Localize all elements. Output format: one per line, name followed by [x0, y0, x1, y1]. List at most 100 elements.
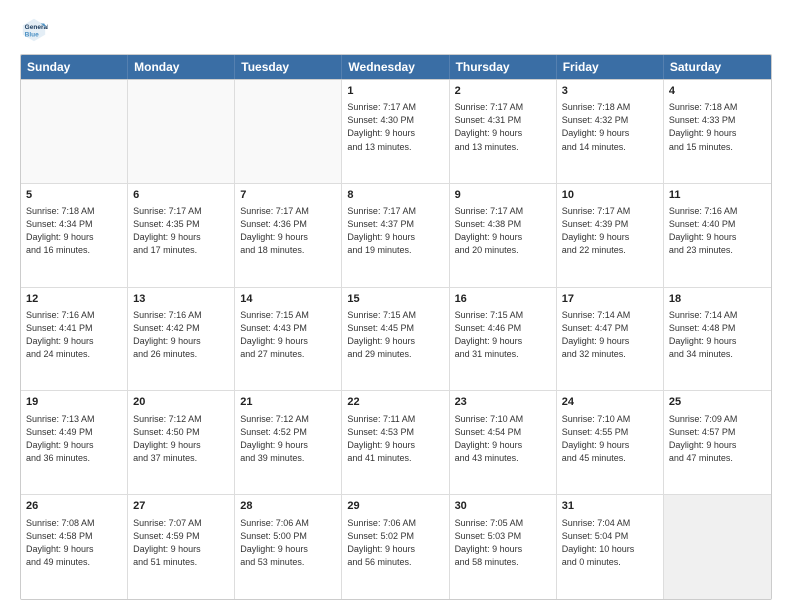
day-details: Sunrise: 7:17 AM Sunset: 4:30 PM Dayligh… [347, 101, 443, 153]
calendar-cell [664, 495, 771, 599]
header-cell-tuesday: Tuesday [235, 55, 342, 79]
header-cell-monday: Monday [128, 55, 235, 79]
calendar-cell: 21 Sunrise: 7:12 AM Sunset: 4:52 PM Dayli… [235, 391, 342, 494]
calendar-cell: 27 Sunrise: 7:07 AM Sunset: 4:59 PM Dayli… [128, 495, 235, 599]
day-number: 28 [240, 499, 336, 514]
day-details: Sunrise: 7:12 AM Sunset: 4:52 PM Dayligh… [240, 413, 336, 465]
calendar: SundayMondayTuesdayWednesdayThursdayFrid… [20, 54, 772, 600]
calendar-cell: 22Sunrise: 7:11 AM Sunset: 4:53 PM Dayli… [342, 391, 449, 494]
calendar-cell: 25Sunrise: 7:09 AM Sunset: 4:57 PM Dayli… [664, 391, 771, 494]
calendar-cell: 15Sunrise: 7:15 AM Sunset: 4:45 PM Dayli… [342, 288, 449, 391]
day-number: 14 [240, 292, 336, 307]
calendar-cell: 28 Sunrise: 7:06 AM Sunset: 5:00 PM Dayli… [235, 495, 342, 599]
calendar-cell [235, 80, 342, 183]
day-details: Sunrise: 7:08 AM Sunset: 4:58 PM Dayligh… [26, 517, 122, 569]
day-number: 1 [347, 84, 443, 99]
page: General Blue SundayMondayTuesdayWednesda… [0, 0, 792, 612]
day-number: 21 [240, 395, 336, 410]
header-cell-friday: Friday [557, 55, 664, 79]
calendar-row-0: 1 Sunrise: 7:17 AM Sunset: 4:30 PM Daylig… [21, 80, 771, 184]
day-number: 8 [347, 188, 443, 203]
day-number: 31 [562, 499, 658, 514]
calendar-cell: 26 Sunrise: 7:08 AM Sunset: 4:58 PM Dayli… [21, 495, 128, 599]
header-cell-wednesday: Wednesday [342, 55, 449, 79]
calendar-cell: 20 Sunrise: 7:12 AM Sunset: 4:50 PM Dayli… [128, 391, 235, 494]
day-details: Sunrise: 7:13 AM Sunset: 4:49 PM Dayligh… [26, 413, 122, 465]
logo-icon: General Blue [20, 16, 48, 44]
logo: General Blue [20, 16, 52, 44]
calendar-body: 1 Sunrise: 7:17 AM Sunset: 4:30 PM Daylig… [21, 79, 771, 599]
calendar-cell: 9Sunrise: 7:17 AM Sunset: 4:38 PM Daylig… [450, 184, 557, 287]
day-details: Sunrise: 7:15 AM Sunset: 4:43 PM Dayligh… [240, 309, 336, 361]
calendar-header: SundayMondayTuesdayWednesdayThursdayFrid… [21, 55, 771, 79]
calendar-cell: 24Sunrise: 7:10 AM Sunset: 4:55 PM Dayli… [557, 391, 664, 494]
day-details: Sunrise: 7:16 AM Sunset: 4:41 PM Dayligh… [26, 309, 122, 361]
day-details: Sunrise: 7:07 AM Sunset: 4:59 PM Dayligh… [133, 517, 229, 569]
day-details: Sunrise: 7:16 AM Sunset: 4:42 PM Dayligh… [133, 309, 229, 361]
calendar-cell [128, 80, 235, 183]
day-number: 2 [455, 84, 551, 99]
day-number: 22 [347, 395, 443, 410]
day-number: 30 [455, 499, 551, 514]
calendar-cell: 29 Sunrise: 7:06 AM Sunset: 5:02 PM Dayli… [342, 495, 449, 599]
day-details: Sunrise: 7:18 AM Sunset: 4:33 PM Dayligh… [669, 101, 766, 153]
day-number: 20 [133, 395, 229, 410]
calendar-cell: 5 Sunrise: 7:18 AM Sunset: 4:34 PM Daylig… [21, 184, 128, 287]
day-number: 12 [26, 292, 122, 307]
calendar-cell: 13 Sunrise: 7:16 AM Sunset: 4:42 PM Dayli… [128, 288, 235, 391]
day-number: 15 [347, 292, 443, 307]
calendar-cell: 31 Sunrise: 7:04 AM Sunset: 5:04 PM Dayli… [557, 495, 664, 599]
calendar-cell: 1 Sunrise: 7:17 AM Sunset: 4:30 PM Daylig… [342, 80, 449, 183]
calendar-cell: 11 Sunrise: 7:16 AM Sunset: 4:40 PM Dayli… [664, 184, 771, 287]
day-details: Sunrise: 7:18 AM Sunset: 4:34 PM Dayligh… [26, 205, 122, 257]
calendar-row-1: 5 Sunrise: 7:18 AM Sunset: 4:34 PM Daylig… [21, 184, 771, 288]
day-details: Sunrise: 7:12 AM Sunset: 4:50 PM Dayligh… [133, 413, 229, 465]
calendar-row-4: 26 Sunrise: 7:08 AM Sunset: 4:58 PM Dayli… [21, 495, 771, 599]
calendar-cell: 23Sunrise: 7:10 AM Sunset: 4:54 PM Dayli… [450, 391, 557, 494]
day-number: 3 [562, 84, 658, 99]
day-details: Sunrise: 7:17 AM Sunset: 4:37 PM Dayligh… [347, 205, 443, 257]
day-number: 6 [133, 188, 229, 203]
day-number: 10 [562, 188, 658, 203]
calendar-row-3: 19 Sunrise: 7:13 AM Sunset: 4:49 PM Dayli… [21, 391, 771, 495]
calendar-cell: 8 Sunrise: 7:17 AM Sunset: 4:37 PM Daylig… [342, 184, 449, 287]
day-details: Sunrise: 7:17 AM Sunset: 4:36 PM Dayligh… [240, 205, 336, 257]
calendar-cell: 19 Sunrise: 7:13 AM Sunset: 4:49 PM Dayli… [21, 391, 128, 494]
day-number: 4 [669, 84, 766, 99]
day-details: Sunrise: 7:05 AM Sunset: 5:03 PM Dayligh… [455, 517, 551, 569]
day-details: Sunrise: 7:17 AM Sunset: 4:31 PM Dayligh… [455, 101, 551, 153]
day-details: Sunrise: 7:10 AM Sunset: 4:54 PM Dayligh… [455, 413, 551, 465]
header-cell-saturday: Saturday [664, 55, 771, 79]
day-details: Sunrise: 7:14 AM Sunset: 4:47 PM Dayligh… [562, 309, 658, 361]
calendar-cell: 17 Sunrise: 7:14 AM Sunset: 4:47 PM Dayli… [557, 288, 664, 391]
day-number: 25 [669, 395, 766, 410]
calendar-cell: 12 Sunrise: 7:16 AM Sunset: 4:41 PM Dayli… [21, 288, 128, 391]
day-number: 27 [133, 499, 229, 514]
header-cell-sunday: Sunday [21, 55, 128, 79]
day-details: Sunrise: 7:15 AM Sunset: 4:46 PM Dayligh… [455, 309, 551, 361]
day-number: 11 [669, 188, 766, 203]
day-details: Sunrise: 7:06 AM Sunset: 5:00 PM Dayligh… [240, 517, 336, 569]
calendar-cell: 18Sunrise: 7:14 AM Sunset: 4:48 PM Dayli… [664, 288, 771, 391]
day-number: 13 [133, 292, 229, 307]
day-details: Sunrise: 7:04 AM Sunset: 5:04 PM Dayligh… [562, 517, 658, 569]
calendar-cell: 3 Sunrise: 7:18 AM Sunset: 4:32 PM Daylig… [557, 80, 664, 183]
day-number: 17 [562, 292, 658, 307]
day-number: 5 [26, 188, 122, 203]
day-number: 26 [26, 499, 122, 514]
header-cell-thursday: Thursday [450, 55, 557, 79]
day-details: Sunrise: 7:17 AM Sunset: 4:35 PM Dayligh… [133, 205, 229, 257]
day-number: 18 [669, 292, 766, 307]
day-details: Sunrise: 7:16 AM Sunset: 4:40 PM Dayligh… [669, 205, 766, 257]
day-number: 19 [26, 395, 122, 410]
calendar-cell [21, 80, 128, 183]
day-number: 29 [347, 499, 443, 514]
day-details: Sunrise: 7:18 AM Sunset: 4:32 PM Dayligh… [562, 101, 658, 153]
day-details: Sunrise: 7:06 AM Sunset: 5:02 PM Dayligh… [347, 517, 443, 569]
calendar-cell: 4 Sunrise: 7:18 AM Sunset: 4:33 PM Daylig… [664, 80, 771, 183]
day-number: 9 [455, 188, 551, 203]
header: General Blue [20, 16, 772, 44]
day-details: Sunrise: 7:10 AM Sunset: 4:55 PM Dayligh… [562, 413, 658, 465]
svg-text:Blue: Blue [25, 32, 39, 39]
calendar-cell: 7Sunrise: 7:17 AM Sunset: 4:36 PM Daylig… [235, 184, 342, 287]
